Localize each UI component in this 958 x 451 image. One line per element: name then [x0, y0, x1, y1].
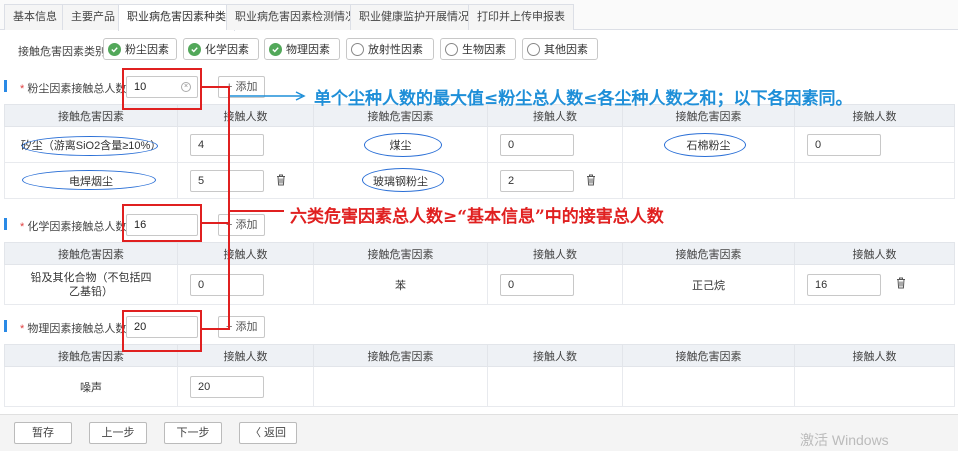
header-count: 接触人数 — [177, 242, 314, 265]
count-input[interactable]: 0 — [190, 273, 264, 296]
annotation-line — [202, 86, 230, 88]
header-count: 接触人数 — [487, 344, 623, 367]
factor-name: 噪声 — [4, 366, 178, 407]
chip-chemical[interactable]: 化学因素 — [183, 38, 259, 60]
dust-rule-note: 单个尘种人数的最大值≤粉尘总人数≤各尘种人数之和；以下各因素同。 — [314, 89, 853, 109]
chip-label: 化学因素 — [205, 44, 249, 56]
save-draft-button[interactable]: 暂存 — [14, 422, 72, 444]
physical-total-label: * 物理因素接触总人数: — [20, 323, 130, 335]
next-step-button[interactable]: 下一步 — [164, 422, 222, 444]
count-input[interactable]: 5 — [190, 169, 264, 192]
annotation-ellipse — [22, 170, 156, 190]
hazard-category-label: 接触危害因素类别: — [18, 46, 110, 58]
chemical-total-label: * 化学因素接触总人数: — [20, 221, 130, 233]
chip-label: 放射性因素 — [368, 44, 423, 56]
chip-label: 其他因素 — [544, 44, 588, 56]
chip-dust[interactable]: 粉尘因素 — [103, 38, 177, 60]
count-input[interactable]: 16 — [807, 273, 881, 296]
back-button[interactable]: 〈 返回 — [239, 422, 297, 444]
header-count: 接触人数 — [487, 242, 623, 265]
header-factor: 接触危害因素 — [4, 242, 178, 265]
checked-icon — [188, 42, 201, 56]
factor-name: 铅及其化合物（不包括四乙基铅） — [4, 264, 178, 305]
arrow-icon — [230, 91, 306, 101]
section-marker — [4, 218, 7, 230]
count-input[interactable]: 0 — [807, 133, 881, 156]
table-row: 铅及其化合物（不包括四乙基铅） 0 苯 0 正己烷 16 — [4, 264, 955, 305]
chip-label: 粉尘因素 — [125, 44, 169, 56]
trash-icon[interactable] — [586, 174, 596, 186]
table-row: 噪声 20 — [4, 366, 955, 407]
annotation-line — [228, 210, 284, 212]
chip-label: 物理因素 — [286, 44, 330, 56]
annotation-line — [228, 86, 230, 330]
tab-main-products[interactable]: 主要产品 — [62, 4, 124, 30]
trash-icon[interactable] — [896, 277, 906, 289]
checked-icon — [269, 42, 282, 56]
tab-hazard-types[interactable]: 职业病危害因素种类 — [118, 4, 235, 31]
chip-physical[interactable]: 物理因素 — [264, 38, 340, 60]
chip-other[interactable]: 其他因素 — [522, 38, 598, 60]
checked-icon — [108, 42, 121, 56]
header-count: 接触人数 — [794, 344, 955, 367]
header-factor: 接触危害因素 — [622, 242, 795, 265]
trash-icon[interactable] — [276, 174, 286, 186]
count-input[interactable]: 20 — [190, 375, 264, 398]
header-factor: 接触危害因素 — [313, 242, 488, 265]
tab-print-upload[interactable]: 打印并上传申报表 — [468, 4, 574, 30]
factor-name: 正己烷 — [622, 264, 795, 305]
tab-bar: 基本信息 主要产品 职业病危害因素种类 职业病危害因素检测情况 职业健康监护开展… — [0, 0, 958, 31]
section-marker — [4, 80, 7, 92]
annotation-line — [202, 328, 230, 330]
unchecked-icon — [351, 42, 364, 56]
tab-hazard-detection[interactable]: 职业病危害因素检测情况 — [226, 4, 365, 30]
annotation-box — [122, 204, 202, 242]
chip-biological[interactable]: 生物因素 — [440, 38, 516, 60]
previous-step-button[interactable]: 上一步 — [89, 422, 147, 444]
physical-add-button[interactable]: + 添加 — [218, 316, 266, 338]
tab-basic-info[interactable]: 基本信息 — [4, 4, 66, 30]
chemical-add-button[interactable]: + 添加 — [218, 214, 266, 236]
windows-watermark: 激活 Windows — [800, 432, 889, 448]
section-marker — [4, 320, 7, 332]
physical-table: 接触危害因素 接触人数 接触危害因素 接触人数 接触危害因素 接触人数 噪声 2… — [4, 344, 955, 407]
chip-radiation[interactable]: 放射性因素 — [346, 38, 434, 60]
header-count: 接触人数 — [794, 242, 955, 265]
factor-name: 苯 — [313, 264, 488, 305]
header-factor: 接触危害因素 — [313, 344, 488, 367]
unchecked-icon — [527, 42, 540, 56]
annotation-ellipse — [362, 168, 444, 192]
annotation-ellipse — [22, 136, 158, 156]
annotation-box — [122, 68, 202, 110]
dust-total-label: * 粉尘因素接触总人数: — [20, 83, 130, 95]
annotation-ellipse — [664, 133, 746, 157]
count-input[interactable]: 0 — [500, 273, 574, 296]
total-rule-note: 六类危害因素总人数≥“基本信息”中的接害总人数 — [290, 207, 664, 227]
tab-health-monitoring[interactable]: 职业健康监护开展情况 — [350, 4, 478, 30]
count-input[interactable]: 2 — [500, 169, 574, 192]
count-input[interactable]: 0 — [500, 133, 574, 156]
annotation-line — [202, 222, 230, 224]
annotation-box — [122, 310, 202, 352]
chemical-table: 接触危害因素 接触人数 接触危害因素 接触人数 接触危害因素 接触人数 铅及其化… — [4, 242, 955, 305]
header-factor: 接触危害因素 — [622, 344, 795, 367]
chip-label: 生物因素 — [462, 44, 506, 56]
count-input[interactable]: 4 — [190, 133, 264, 156]
unchecked-icon — [445, 42, 458, 56]
annotation-ellipse — [364, 133, 442, 157]
